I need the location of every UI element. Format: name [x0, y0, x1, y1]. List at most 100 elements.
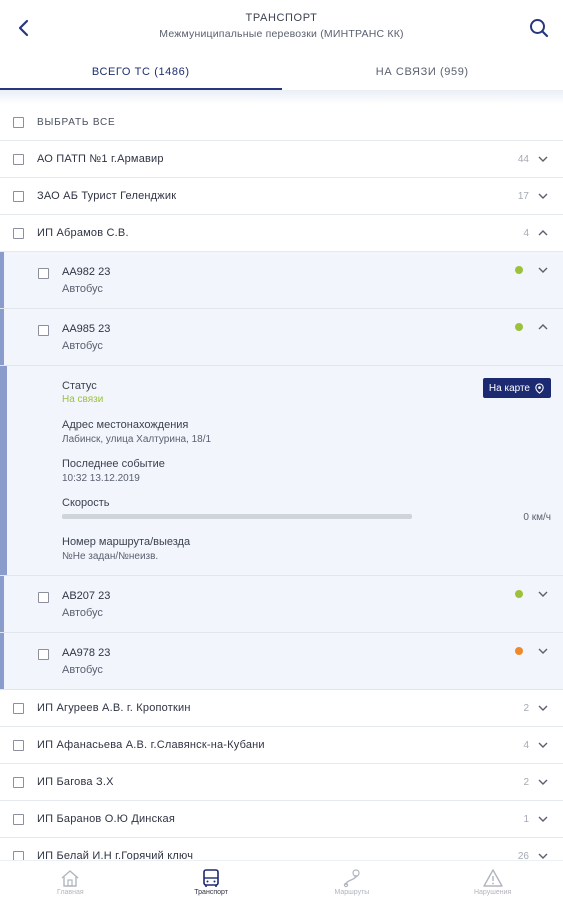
- group-count: 4: [523, 227, 529, 239]
- chevron-down-icon[interactable]: [537, 776, 549, 788]
- group-checkbox[interactable]: [13, 227, 24, 239]
- select-all-checkbox[interactable]: [13, 116, 24, 128]
- vehicle-row[interactable]: АА978 23 Автобус: [0, 633, 563, 690]
- bus-icon: [203, 869, 219, 887]
- select-all-label: ВЫБРАТЬ ВСЕ: [37, 116, 116, 128]
- group-name: ЗАО АБ Турист Геленджик: [37, 190, 177, 202]
- chevron-down-icon[interactable]: [537, 190, 549, 202]
- tab-bar: ВСЕГО ТС (1486) НА СВЯЗИ (959): [0, 56, 563, 92]
- show-on-map-label: На карте: [488, 382, 530, 394]
- tab-online[interactable]: НА СВЯЗИ (959): [282, 56, 563, 92]
- chevron-down-icon[interactable]: [537, 264, 549, 276]
- vehicle-plate: АА985 23: [62, 323, 111, 335]
- detail-accent-bar: [0, 366, 7, 575]
- vehicle-checkbox[interactable]: [38, 325, 49, 336]
- chevron-up-icon[interactable]: [537, 321, 549, 333]
- group-count: 2: [523, 776, 529, 788]
- status-dot: [515, 647, 523, 655]
- status-value: На связи: [62, 394, 104, 405]
- nav-violations-label: Нарушения: [473, 889, 512, 896]
- group-row[interactable]: ИП Афанасьева А.В. г.Славянск-на-Кубани …: [0, 727, 563, 764]
- status-label: Статус: [62, 380, 97, 392]
- group-checkbox[interactable]: [13, 739, 24, 751]
- chevron-down-icon[interactable]: [537, 153, 549, 165]
- group-count: 44: [517, 153, 529, 165]
- nav-routes[interactable]: Маршруты: [282, 861, 423, 900]
- last-event-value: 10:32 13.12.2019: [62, 473, 140, 484]
- group-accent-bar: [0, 576, 4, 632]
- speed-value: 0 км/ч: [523, 512, 551, 523]
- group-row[interactable]: АО ПАТП №1 г.Армавир 44: [0, 141, 563, 178]
- page-subtitle: Межмуниципальные перевозки (МИНТРАНС КК): [159, 28, 404, 40]
- group-row[interactable]: ИП Багова З.Х 2: [0, 764, 563, 801]
- vehicle-type: Автобус: [62, 664, 103, 676]
- vehicle-row-expanded[interactable]: АА985 23 Автобус: [0, 309, 563, 366]
- vehicle-checkbox[interactable]: [38, 649, 49, 660]
- group-name: ИП Абрамов С.В.: [37, 227, 129, 239]
- vehicle-plate: АВ207 23: [62, 590, 111, 602]
- vehicle-checkbox[interactable]: [38, 268, 49, 279]
- nav-home[interactable]: Главная: [0, 861, 141, 900]
- vehicle-plate: АА978 23: [62, 647, 111, 659]
- chevron-down-icon[interactable]: [537, 588, 549, 600]
- chevron-down-icon[interactable]: [537, 645, 549, 657]
- group-row[interactable]: ИП Баранов О.Ю Динская 1: [0, 801, 563, 838]
- chevron-up-icon[interactable]: [537, 227, 549, 239]
- group-checkbox[interactable]: [13, 702, 24, 714]
- vehicle-detail-panel: Статус На связи На карте Адрес местонахо…: [0, 366, 563, 576]
- group-name: ИП Баранов О.Ю Динская: [37, 813, 176, 825]
- select-all-row[interactable]: ВЫБРАТЬ ВСЕ: [0, 104, 563, 141]
- vehicle-checkbox[interactable]: [38, 592, 49, 603]
- vehicle-type: Автобус: [62, 607, 103, 619]
- chevron-down-icon[interactable]: [537, 739, 549, 751]
- nav-home-label: Главная: [57, 889, 84, 896]
- group-checkbox[interactable]: [13, 190, 24, 202]
- group-name: ИП Агуреев А.В. г. Кропоткин: [37, 702, 191, 714]
- vehicle-list: ВЫБРАТЬ ВСЕ АО ПАТП №1 г.Армавир 44 ЗАО …: [0, 104, 563, 875]
- group-name: ИП Багова З.Х: [37, 776, 114, 788]
- tab-all-vehicles[interactable]: ВСЕГО ТС (1486): [0, 56, 282, 92]
- group-name: АО ПАТП №1 г.Армавир: [37, 153, 164, 165]
- group-accent-bar: [0, 633, 4, 689]
- route-value: №Не задан/№неизв.: [62, 551, 159, 562]
- status-dot: [515, 590, 523, 598]
- speed-bar: [62, 514, 412, 519]
- group-row[interactable]: ЗАО АБ Турист Геленджик 17: [0, 178, 563, 215]
- route-icon: [343, 869, 360, 888]
- page-title: ТРАНСПОРТ: [245, 12, 318, 24]
- group-checkbox[interactable]: [13, 813, 24, 825]
- tab-shadow: [0, 90, 563, 104]
- show-on-map-button[interactable]: На карте: [482, 378, 551, 398]
- group-row-expanded[interactable]: ИП Абрамов С.В. 4: [0, 215, 563, 252]
- app-header: ТРАНСПОРТ Межмуниципальные перевозки (МИ…: [0, 0, 563, 56]
- route-label: Номер маршрута/выезда: [62, 536, 191, 548]
- vehicle-row[interactable]: АА982 23 Автобус: [0, 252, 563, 309]
- vehicle-row[interactable]: АВ207 23 Автобус: [0, 576, 563, 633]
- vehicle-type: Автобус: [62, 283, 103, 295]
- vehicle-type: Автобус: [62, 340, 103, 352]
- warning-icon: [482, 869, 503, 887]
- speed-label: Скорость: [62, 497, 110, 509]
- address-label: Адрес местонахождения: [62, 419, 189, 431]
- group-count: 2: [523, 702, 529, 714]
- address-value: Лабинск, улица Халтурина, 18/1: [62, 434, 212, 445]
- bottom-navigation: Главная Транспорт Маршруты Нарушения: [0, 860, 563, 900]
- last-event-label: Последнее событие: [62, 458, 165, 470]
- home-icon: [61, 870, 79, 887]
- group-accent-bar: [0, 252, 4, 308]
- group-row[interactable]: ИП Агуреев А.В. г. Кропоткин 2: [0, 690, 563, 727]
- group-name: ИП Афанасьева А.В. г.Славянск-на-Кубани: [37, 739, 265, 751]
- nav-violations[interactable]: Нарушения: [422, 861, 563, 900]
- group-checkbox[interactable]: [13, 776, 24, 788]
- status-dot: [515, 266, 523, 274]
- chevron-down-icon[interactable]: [537, 813, 549, 825]
- map-pin-icon: [535, 382, 544, 394]
- group-count: 4: [523, 739, 529, 751]
- chevron-down-icon[interactable]: [537, 702, 549, 714]
- group-accent-bar: [0, 309, 4, 365]
- nav-transport-label: Транспорт: [194, 889, 228, 896]
- group-checkbox[interactable]: [13, 153, 24, 165]
- group-count: 1: [523, 813, 529, 825]
- search-button[interactable]: [525, 14, 553, 42]
- nav-transport[interactable]: Транспорт: [141, 861, 282, 900]
